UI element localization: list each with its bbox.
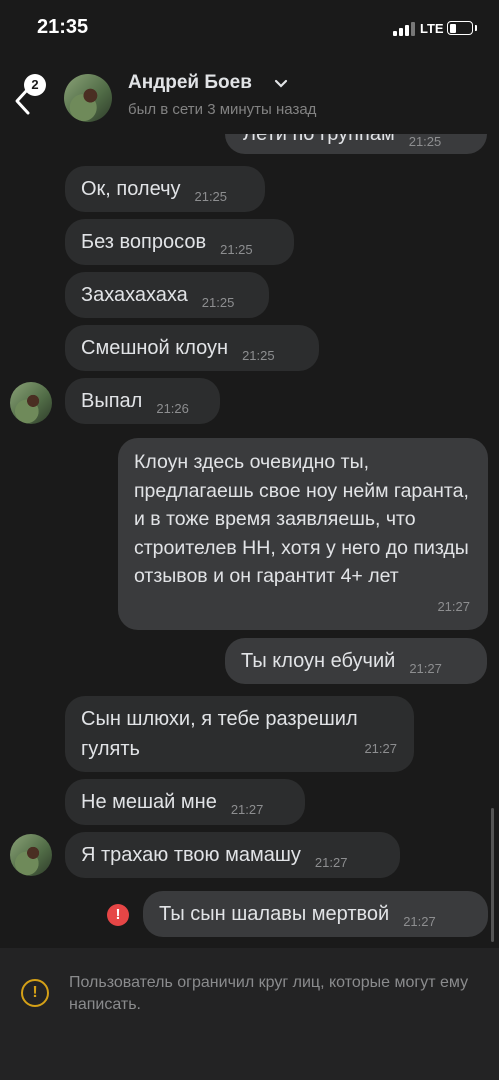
- message-time: 21:27: [403, 914, 436, 929]
- message-time: 21:26: [156, 401, 189, 416]
- message-text: Без вопросов: [81, 231, 207, 253]
- scrollbar[interactable]: [491, 808, 494, 942]
- message-time: 21:25: [201, 295, 235, 310]
- message-text: Ты сын шалавы мертвой: [159, 903, 390, 925]
- message-bubble[interactable]: Выпал 21:26: [65, 378, 220, 424]
- last-seen-status: был в сети 3 минуты назад: [128, 101, 317, 118]
- message-text: Сын шлюхи, я тебе разрешил гулять: [81, 708, 358, 760]
- message-text: Ок, полечу: [81, 178, 181, 200]
- message-bubble[interactable]: Ок, полечу 21:25: [65, 166, 265, 212]
- message-time: 21:25: [194, 189, 228, 204]
- signal-icon: [393, 22, 415, 36]
- message-time: 21:25: [220, 242, 253, 257]
- message-text: Захахахаха: [81, 284, 188, 306]
- chat-header: 2 Андрей Боев был в сети 3 минуты назад: [0, 60, 499, 134]
- contact-name[interactable]: Андрей Боев: [128, 72, 252, 94]
- message-time: 21:27: [364, 741, 397, 756]
- message-bubble[interactable]: Захахахаха 21:25: [65, 272, 269, 318]
- message-text: Выпал: [81, 390, 143, 412]
- message-text: Я трахаю твою мамашу: [81, 844, 301, 866]
- message-time: 21:27: [409, 661, 442, 676]
- message-bubble[interactable]: Сын шлюхи, я тебе разрешил гулять 21:27: [65, 696, 414, 772]
- battery-icon: [447, 21, 473, 35]
- message-bubble[interactable]: Смешной клоун 21:25: [65, 325, 319, 371]
- battery-tip: [475, 25, 477, 31]
- message-bubble[interactable]: Ты сын шалавы мертвой 21:27: [143, 891, 488, 937]
- message-time: 21:27: [230, 802, 264, 817]
- warning-icon: !: [21, 979, 49, 1007]
- chevron-down-icon[interactable]: [274, 79, 288, 89]
- status-bar: 21:35 LTE: [0, 0, 499, 60]
- message-text: Не мешай мне: [81, 791, 217, 813]
- message-bubble[interactable]: Без вопросов 21:25: [65, 219, 294, 265]
- message-bubble[interactable]: Я трахаю твою мамашу 21:27: [65, 832, 400, 878]
- unread-badge: 2: [24, 74, 46, 96]
- status-time: 21:35: [37, 16, 89, 38]
- network-label: LTE: [420, 21, 444, 36]
- avatar[interactable]: [10, 382, 52, 424]
- message-text: Клоун здесь очевидно ты, предлагаешь сво…: [134, 451, 469, 587]
- message-bubble[interactable]: Клоун здесь очевидно ты, предлагаешь сво…: [118, 438, 488, 630]
- message-time: 21:25: [242, 348, 275, 363]
- message-time: 21:27: [314, 855, 348, 870]
- message-time: 21:25: [408, 134, 442, 149]
- message-bubble[interactable]: Ты клоун ебучий 21:27: [225, 638, 487, 684]
- message-text: Ты клоун ебучий: [241, 650, 396, 672]
- message-text: Смешной клоун: [81, 337, 229, 359]
- avatar[interactable]: [64, 74, 112, 122]
- battery-fill: [449, 23, 456, 33]
- error-icon[interactable]: !: [107, 904, 129, 926]
- message-bubble[interactable]: Не мешай мне 21:27: [65, 779, 305, 825]
- restriction-notice-text: Пользователь ограничил круг лиц, которые…: [69, 974, 469, 1013]
- message-time: 21:27: [437, 598, 470, 614]
- avatar[interactable]: [10, 834, 52, 876]
